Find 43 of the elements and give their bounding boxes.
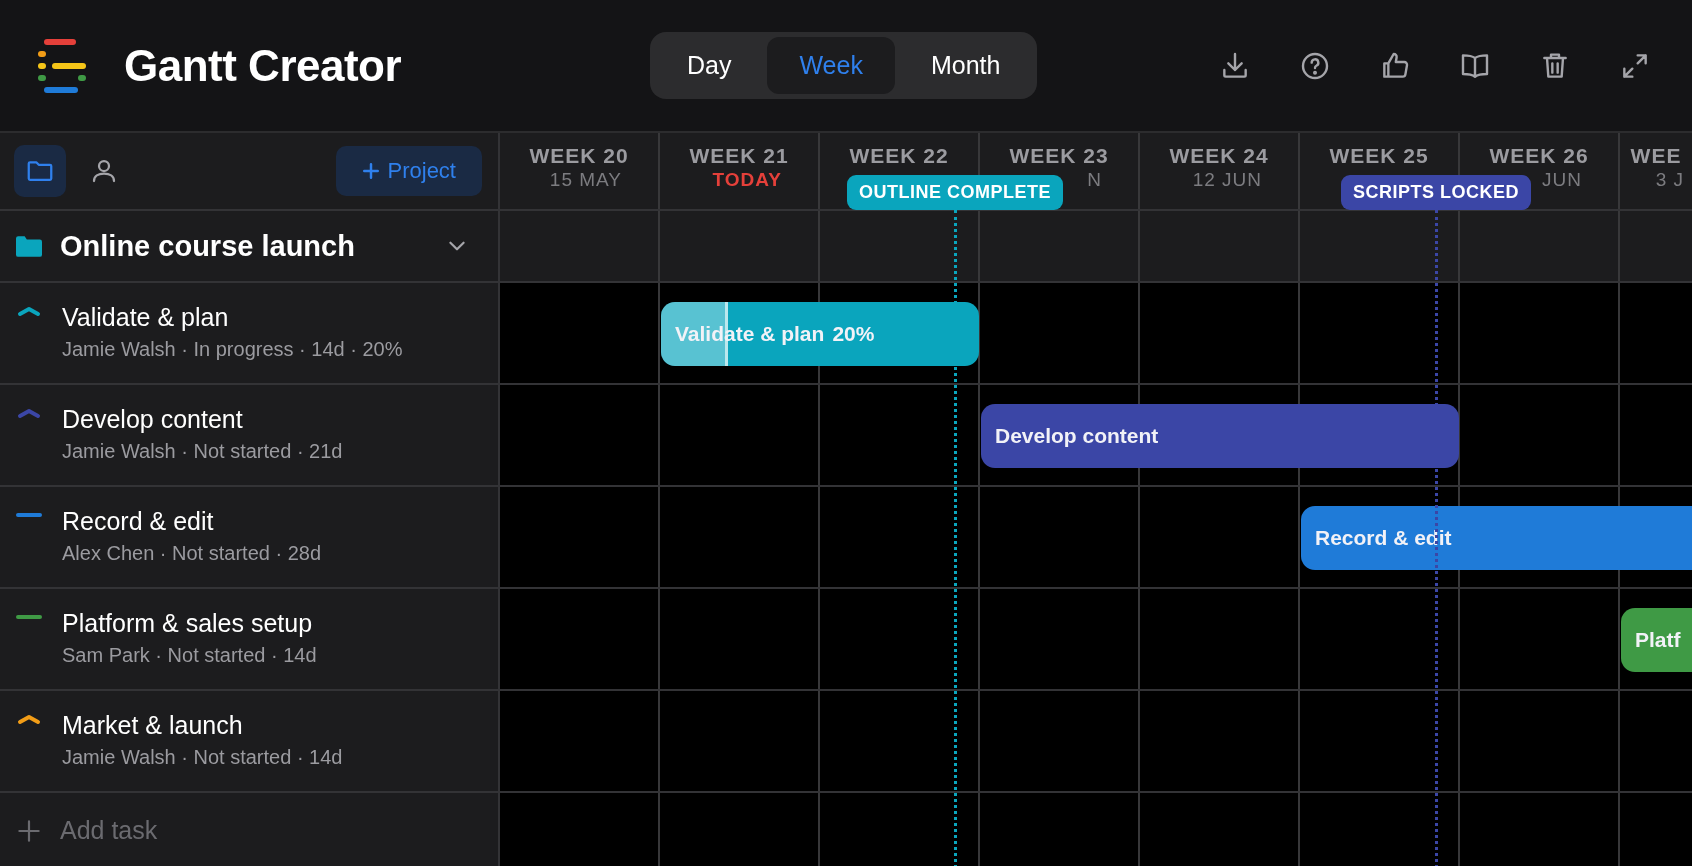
view-mode-tab[interactable]: Day [655, 37, 764, 94]
plus-icon [18, 819, 40, 842]
task-bar[interactable]: Platf [1621, 608, 1692, 672]
add-task-button[interactable]: Add task [0, 793, 500, 866]
task-details: Sam Park · Not started · 14d [62, 644, 317, 667]
logo-icon [38, 38, 86, 93]
milestone-label: SCRIPTS LOCKED [1341, 175, 1531, 210]
add-project-button[interactable]: Project [335, 146, 482, 196]
task-name: Validate & plan [62, 303, 230, 332]
project-name: Online course launch [60, 229, 356, 263]
view-mode-tab[interactable]: Week [767, 37, 895, 94]
week-label: WEEK 25 [1329, 144, 1429, 168]
week-date: JUN [1542, 169, 1583, 191]
task-details: Jamie Walsh · In progress · 14d · 20% [62, 338, 403, 361]
week-label: WEEK 26 [1489, 144, 1589, 168]
week-label: WEEK 21 [689, 144, 789, 168]
task-name: Platform & sales setup [62, 609, 314, 638]
bar-label: Develop content [995, 424, 1159, 448]
task-name: Develop content [62, 405, 244, 434]
task-details: Alex Chen · Not started · 28d [62, 542, 321, 565]
week-label: WEE [1630, 144, 1682, 168]
task-name: Record & edit [62, 507, 215, 536]
week-date: TODAY [712, 169, 783, 191]
week-date: 3 J [1655, 169, 1685, 191]
plus-icon [361, 162, 380, 180]
week-label: WEEK 22 [849, 144, 949, 168]
week-date: N [1087, 169, 1103, 191]
week-date: 12 JUN [1192, 169, 1263, 191]
week-label: WEEK 23 [1009, 144, 1109, 168]
bar-progress: 20% [832, 322, 875, 346]
week-label: WEEK 24 [1169, 144, 1269, 168]
task-details: Jamie Walsh · Not started · 21d [62, 440, 343, 463]
folder-icon [16, 235, 42, 257]
view-mode-tab[interactable]: Month [898, 37, 1033, 94]
bar-label: Platf [1635, 628, 1681, 652]
projects-view-tab[interactable] [14, 145, 66, 197]
app-title: Gantt Creator [124, 40, 402, 91]
milestone-label: OUTLINE COMPLETE [847, 175, 1063, 210]
task-bar[interactable]: Develop content [981, 404, 1459, 468]
task-details: Jamie Walsh · Not started · 14d [62, 746, 343, 769]
week-label: WEEK 20 [529, 144, 629, 168]
week-date: 15 MAY [549, 169, 623, 191]
task-name: Market & launch [62, 711, 244, 740]
